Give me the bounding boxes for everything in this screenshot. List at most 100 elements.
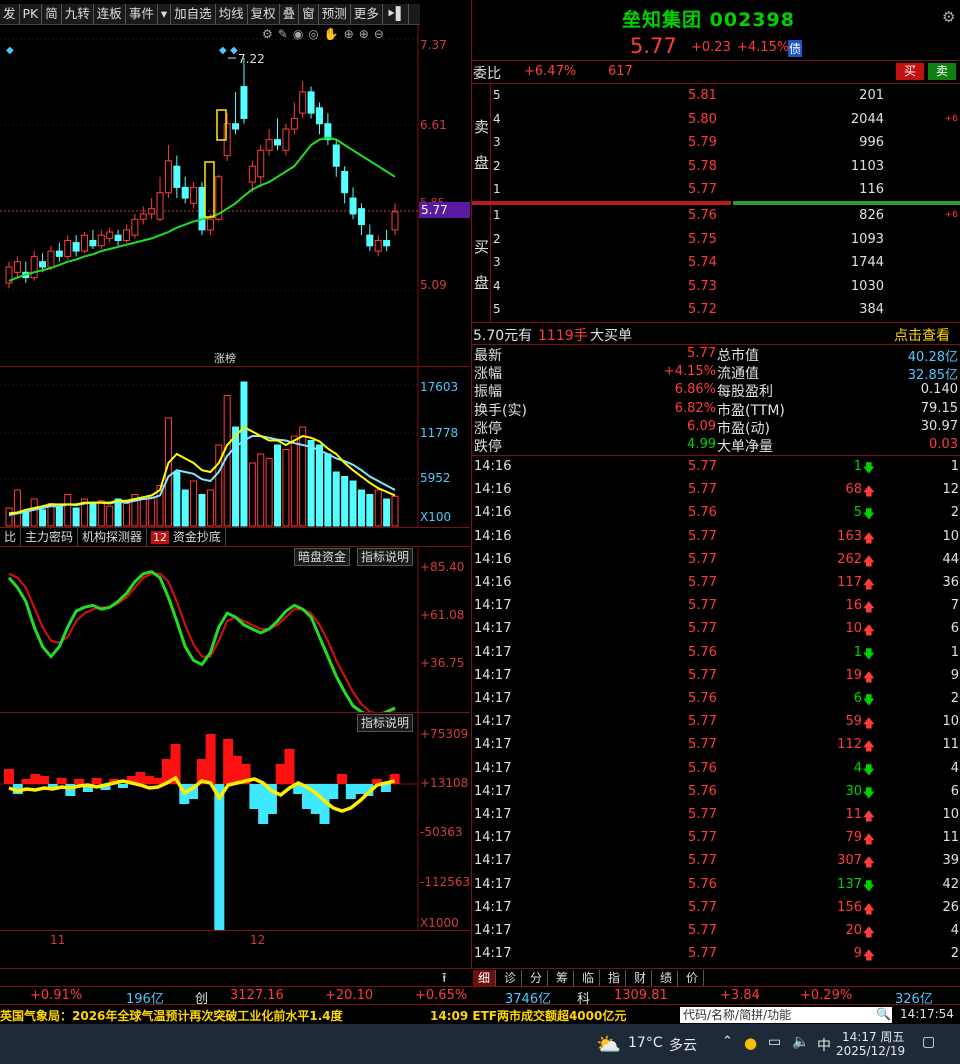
weather-cloud-icon[interactable]: ⛅ [596, 1032, 621, 1056]
flow-bar[interactable] [30, 774, 41, 784]
bottom-tab-7[interactable]: 绩 [655, 970, 678, 986]
asks-level[interactable]: 2 5.78 1103 [472, 157, 960, 180]
tick-row[interactable]: 14:16 5.77 163 🡅 10 [472, 526, 960, 549]
flow-bar[interactable] [21, 779, 32, 784]
flow-indicator-help-button[interactable]: 指标说明 [357, 714, 414, 732]
volume-bar[interactable] [5, 507, 13, 527]
event-diamond-icon[interactable]: ◆ [230, 45, 238, 56]
tick-row[interactable]: 14:17 5.76 30 🡇 6 [472, 781, 960, 804]
weather-temp[interactable]: 17°C [628, 1035, 663, 1051]
candle[interactable] [72, 235, 80, 257]
candle[interactable] [13, 256, 21, 278]
volume-icon[interactable]: 🔈 [792, 1034, 809, 1050]
candle[interactable] [89, 229, 97, 249]
candle[interactable] [391, 203, 399, 236]
toolbar-button-10[interactable]: 叠 [280, 4, 300, 24]
chart-tool-icons[interactable]: ⚙✎◉◎✋⊕⊕⊖ [262, 27, 422, 43]
flow-bar[interactable] [39, 776, 50, 784]
news-ticker-left[interactable]: 英国气象局：2026年全球气温预计再次突破工业化前水平1.4度 [0, 1007, 343, 1024]
tick-row[interactable]: 14:16 5.77 1 🡇 1 [472, 456, 960, 479]
candle[interactable] [122, 224, 130, 243]
fund-flow-panel[interactable] [0, 712, 470, 931]
taskbar-time[interactable]: 14:17 周五 [842, 1028, 904, 1045]
tick-row[interactable]: 14:17 5.77 10 🡅 6 [472, 618, 960, 641]
flow-bar[interactable] [345, 784, 356, 799]
tick-row[interactable]: 14:17 5.77 19 🡅 9 [472, 665, 960, 688]
toolbar-button-9[interactable]: 复权 [248, 4, 280, 24]
toolbar-button-11[interactable]: 窗 [299, 4, 319, 24]
tray-chevron-up-icon[interactable]: ⌃ [722, 1034, 733, 1049]
candle[interactable] [282, 123, 290, 156]
tick-row[interactable]: 14:17 5.77 11 🡅 10 [472, 804, 960, 827]
flow-bar[interactable] [135, 772, 146, 784]
event-diamond-icon[interactable]: ◆ [6, 45, 14, 56]
volume-bar[interactable] [22, 512, 30, 527]
toolbar-button-6[interactable]: ▾ [158, 4, 172, 24]
candle[interactable] [55, 242, 63, 262]
buy-quick-button[interactable]: 买 [896, 63, 924, 80]
tick-row[interactable]: 14:17 5.76 4 🡇 4 [472, 758, 960, 781]
toolbar-button-2[interactable]: 简 [42, 4, 62, 24]
event-diamond-icon[interactable]: ◆ [219, 45, 227, 56]
candle[interactable] [198, 182, 206, 236]
tab-fund-bottom[interactable]: 12 资金抄底 [147, 528, 226, 546]
volume-bar[interactable] [39, 509, 47, 527]
settings-gear-icon[interactable]: ⚙ [942, 8, 955, 26]
bids-level[interactable]: 5 5.72 384 [472, 300, 960, 323]
tick-row[interactable]: 14:16 5.76 5 🡇 2 [472, 502, 960, 525]
bottom-tab-4[interactable]: 临 [577, 970, 600, 986]
kline-chart[interactable]: ◆ ◆ ◆ [0, 25, 470, 365]
volume-bar[interactable] [30, 498, 38, 527]
flow-bar[interactable] [4, 769, 14, 784]
tick-row[interactable]: 14:16 5.77 68 🡅 12 [472, 479, 960, 502]
bids-level[interactable]: 2 5.75 1093 [472, 230, 960, 253]
candle[interactable] [139, 206, 147, 225]
indicator-help-button[interactable]: 指标说明 [357, 548, 414, 566]
asks-level[interactable]: 5 5.81 201 [472, 86, 960, 109]
volume-bar[interactable] [315, 444, 323, 527]
tick-row[interactable]: 14:17 5.77 79 🡅 11 [472, 827, 960, 850]
flow-bar[interactable] [328, 784, 339, 799]
candle[interactable] [223, 113, 231, 161]
toolbar-button-8[interactable]: 均线 [216, 4, 248, 24]
candle[interactable] [181, 176, 189, 204]
volume-bar[interactable] [357, 489, 365, 527]
sell-quick-button[interactable]: 卖 [928, 63, 956, 80]
volume-bar[interactable] [72, 507, 80, 527]
toolbar-button-3[interactable]: 九转 [62, 4, 94, 24]
volume-bar[interactable] [139, 498, 147, 527]
volume-bar[interactable] [248, 462, 256, 527]
fund-flow-chart[interactable] [0, 713, 470, 931]
volume-bar[interactable] [324, 453, 332, 527]
candle[interactable] [22, 261, 30, 283]
volume-bar[interactable] [106, 505, 114, 527]
flow-bar[interactable] [214, 784, 225, 931]
volume-bar[interactable] [290, 435, 298, 527]
flow-bar[interactable] [275, 764, 286, 784]
volume-bar[interactable] [232, 426, 240, 527]
volume-bar[interactable] [64, 494, 72, 527]
flow-bar[interactable] [354, 784, 365, 794]
candle[interactable] [64, 235, 72, 260]
asks-level[interactable]: 4 5.80 2044 +6 [472, 110, 960, 133]
volume-bar[interactable] [173, 471, 181, 527]
tick-row[interactable]: 14:17 5.77 307 🡅 39 [472, 850, 960, 873]
candle[interactable] [341, 166, 349, 204]
tick-row[interactable]: 14:17 5.77 16 🡅 7 [472, 595, 960, 618]
bottom-tab-0[interactable]: 细 [473, 970, 496, 986]
candle[interactable] [164, 144, 172, 199]
oscillator-chart[interactable] [0, 547, 470, 713]
volume-panel[interactable] [0, 366, 470, 528]
toolbar-button-14[interactable]: ⯈▌ [383, 4, 410, 24]
toolbar-button-1[interactable]: PK [20, 4, 43, 24]
toolbar-button-12[interactable]: 预测 [319, 4, 351, 24]
tick-row[interactable]: 14:17 5.77 59 🡅 10 [472, 711, 960, 734]
candle[interactable] [332, 139, 340, 177]
toolbar-button-13[interactable]: 更多 [351, 4, 383, 24]
bids-level[interactable]: 3 5.74 1744 [472, 253, 960, 276]
toolbar-button-0[interactable]: 发 [0, 4, 20, 24]
dark-fund-button[interactable]: 暗盘资金 [294, 548, 351, 566]
bottom-tab-1[interactable]: 诊 [499, 970, 522, 986]
tab-institution-detector[interactable]: 机构探测器 [78, 528, 148, 546]
toolbar-button-5[interactable]: 事件 [126, 4, 158, 24]
